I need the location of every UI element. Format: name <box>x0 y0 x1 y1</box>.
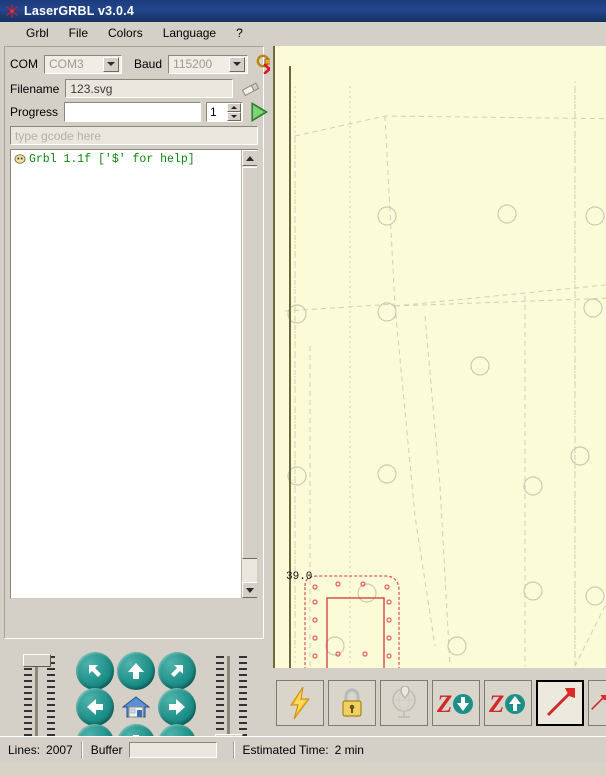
svg-text:Z: Z <box>436 691 452 718</box>
console-line: Grbl 1.1f ['$' for help] <box>11 150 257 166</box>
filename-label: Filename <box>10 81 60 96</box>
z-up-icon: Z <box>488 691 525 718</box>
chevron-down-icon[interactable] <box>229 56 246 72</box>
menu-bar: Grbl File Colors Language ? <box>0 22 606 44</box>
travel-paths <box>284 86 606 667</box>
title-bar: LaserGRBL v3.0.4 <box>0 0 606 22</box>
jog-up-right-button[interactable] <box>158 652 196 690</box>
lines-cell: Lines: 2007 <box>0 741 81 759</box>
baud-label: Baud <box>134 57 163 71</box>
menu-language[interactable]: Language <box>153 24 226 42</box>
z-down-button[interactable]: Z <box>432 680 480 726</box>
connection-row: COM COM3 Baud 115200 <box>10 54 276 74</box>
frame-laser-button[interactable] <box>536 680 584 726</box>
console-bullet-icon <box>14 154 27 165</box>
baud-rate-select[interactable]: 115200 <box>168 54 249 74</box>
padlock-icon <box>342 688 362 717</box>
menu-file[interactable]: File <box>59 24 98 42</box>
lock-button[interactable] <box>328 680 376 726</box>
lasergrbl-window: LaserGRBL v3.0.4 Grbl File Colors Langua… <box>0 0 606 764</box>
overflow-button[interactable] <box>588 680 606 726</box>
buffer-label: Buffer <box>90 742 123 757</box>
com-label: COM <box>10 57 38 71</box>
z-down-icon: Z <box>436 691 473 718</box>
ghost-nodes <box>287 204 605 656</box>
globe-compass-icon <box>392 686 416 718</box>
jog-up-left-button[interactable] <box>76 652 114 690</box>
menu-grbl[interactable]: Grbl <box>16 24 59 42</box>
hole-pattern <box>312 581 392 659</box>
stepper-up-icon[interactable] <box>227 103 242 112</box>
gcode-input[interactable]: type gcode here <box>10 126 258 145</box>
scrollbar-thumb[interactable] <box>242 167 257 559</box>
buffer-progress <box>128 741 217 758</box>
scroll-up-icon[interactable] <box>242 150 257 166</box>
filename-field[interactable]: 123.svg <box>65 79 234 98</box>
unlock-alarm-button[interactable] <box>276 680 324 726</box>
progress-bar <box>64 102 202 122</box>
lines-label: Lines: <box>8 742 41 757</box>
jog-left-button[interactable] <box>76 688 114 726</box>
menu-colors[interactable]: Colors <box>98 24 153 42</box>
laser-pointer-icon <box>591 695 606 710</box>
console-scrollbar[interactable] <box>241 150 257 598</box>
com-port-select[interactable]: COM3 <box>44 54 122 74</box>
buffer-cell: Buffer <box>83 741 225 759</box>
travel-paths-fine <box>294 81 576 666</box>
baud-rate-value: 115200 <box>173 57 213 71</box>
laser-pointer-icon <box>546 688 575 717</box>
scroll-down-icon[interactable] <box>242 582 257 598</box>
eraser-icon[interactable] <box>241 81 261 97</box>
filename-row: Filename 123.svg <box>10 79 261 98</box>
lasergrbl-logo-icon <box>5 4 19 18</box>
status-bar: Lines: 2007 Buffer Estimated Time: 2 min <box>0 736 606 762</box>
estimated-time-value: 2 min <box>334 742 364 757</box>
jog-right-button[interactable] <box>158 688 196 726</box>
jog-home-button[interactable] <box>117 688 155 726</box>
z-up-button[interactable]: Z <box>484 680 532 726</box>
gcode-input-placeholder: type gcode here <box>15 128 102 143</box>
preview-panel: 39.0 33.0 0.0 6.9 <box>270 44 606 670</box>
repeat-count-stepper[interactable]: 1 <box>206 102 244 122</box>
progress-row: Progress 1 <box>10 102 269 122</box>
repeat-count-value: 1 <box>210 105 217 119</box>
left-panel: COM COM3 Baud 115200 Filename 123.svg Pr… <box>0 44 276 764</box>
machine-toolbar: Z Z <box>270 672 606 734</box>
svg-text:Z: Z <box>488 691 504 718</box>
estimated-time-label: Estimated Time: <box>242 742 329 757</box>
menu-help[interactable]: ? <box>226 24 253 42</box>
filename-value: 123.svg <box>70 81 113 96</box>
chevron-down-icon[interactable] <box>103 56 119 72</box>
dim-top-left: 39.0 <box>286 571 313 583</box>
stepper-arrows[interactable] <box>227 103 242 121</box>
console-output[interactable]: Grbl 1.1f ['$' for help] <box>10 149 258 599</box>
progress-label: Progress <box>10 105 59 119</box>
run-program-button[interactable] <box>248 102 269 122</box>
jog-up-button[interactable] <box>117 652 155 690</box>
lines-value: 2007 <box>46 742 73 757</box>
lightning-bolt-icon <box>290 686 310 720</box>
estimated-time-cell: Estimated Time: 2 min <box>235 741 372 759</box>
console-line-text: Grbl 1.1f ['$' for help] <box>29 153 195 166</box>
slider-thumb[interactable] <box>23 654 51 667</box>
window-title: LaserGRBL v3.0.4 <box>24 4 134 18</box>
com-port-value: COM3 <box>49 57 84 71</box>
stepper-down-icon[interactable] <box>227 112 242 121</box>
gcode-preview-canvas[interactable]: 39.0 33.0 0.0 6.9 <box>273 46 606 668</box>
homing-button[interactable] <box>380 680 428 726</box>
part-outline <box>304 575 400 668</box>
